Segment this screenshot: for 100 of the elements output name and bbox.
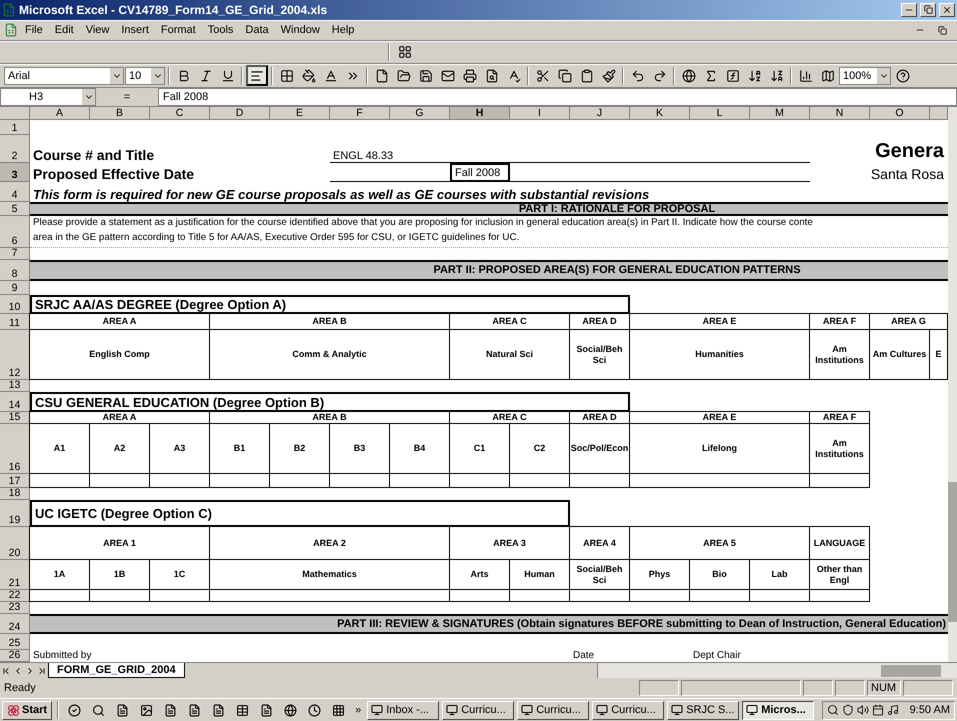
- chart-icon: [798, 68, 812, 83]
- column-header[interactable]: D: [210, 107, 270, 120]
- column-header[interactable]: C: [150, 107, 210, 120]
- column-header[interactable]: A: [30, 107, 90, 120]
- row-header[interactable]: 2: [0, 135, 30, 164]
- spreadsheet-icon: [2, 2, 16, 17]
- close-button[interactable]: [939, 2, 955, 17]
- row-header[interactable]: 16: [0, 424, 30, 474]
- calendar-icon: [872, 704, 884, 716]
- row-header[interactable]: 23: [0, 602, 30, 614]
- field-label: Proposed Effective Date: [32, 165, 196, 182]
- taskbar-button[interactable]: Curricu...: [442, 700, 514, 720]
- menu-item[interactable]: Insert: [116, 22, 154, 38]
- globe-icon: [682, 68, 696, 83]
- row-header[interactable]: 6: [0, 216, 30, 248]
- column-header[interactable]: O: [870, 107, 930, 120]
- section-band: PART I: RATIONALE FOR PROPOSAL: [30, 202, 948, 216]
- menu-item[interactable]: Format: [156, 22, 201, 38]
- start-button[interactable]: Start: [2, 700, 52, 720]
- column-header[interactable]: L: [690, 107, 750, 120]
- column-header[interactable]: M: [750, 107, 810, 120]
- column-header[interactable]: B: [90, 107, 150, 120]
- column-header[interactable]: N: [810, 107, 870, 120]
- row-header[interactable]: 9: [0, 281, 30, 296]
- scissors-icon: [536, 68, 550, 83]
- row-header[interactable]: 22: [0, 590, 30, 602]
- menu-item[interactable]: Data: [240, 22, 274, 38]
- row-header[interactable]: 5: [0, 202, 30, 216]
- row-header[interactable]: 13: [0, 380, 30, 392]
- horizontal-scrollbar[interactable]: [597, 663, 957, 678]
- row-header[interactable]: 20: [0, 527, 30, 560]
- row-header[interactable]: 15: [0, 412, 30, 424]
- search-icon: [92, 704, 106, 717]
- column-header[interactable]: J: [570, 107, 630, 120]
- taskbar-button[interactable]: Micros...: [742, 700, 814, 720]
- sheet-tab[interactable]: FORM_GE_GRID_2004: [48, 663, 185, 678]
- menu-item[interactable]: File: [20, 22, 48, 38]
- window-icon: [446, 704, 458, 716]
- row-header[interactable]: 4: [0, 182, 30, 202]
- menu-item[interactable]: Help: [326, 22, 360, 38]
- row-header[interactable]: 11: [0, 314, 30, 330]
- formula-field[interactable]: Fall 2008: [158, 88, 957, 106]
- row-header[interactable]: 21: [0, 560, 30, 590]
- map-icon: [820, 68, 834, 83]
- selected-cell[interactable]: Fall 2008: [450, 163, 510, 182]
- menu-item[interactable]: Tools: [202, 22, 238, 38]
- column-header[interactable]: H: [450, 107, 510, 120]
- column-header[interactable]: E: [270, 107, 330, 120]
- column-header[interactable]: I: [510, 107, 570, 120]
- window-icon: [596, 704, 608, 716]
- taskbar-button[interactable]: SRJC S...: [667, 700, 740, 720]
- taskbar-button[interactable]: Curricu...: [592, 700, 664, 720]
- row-header[interactable]: 1: [0, 120, 30, 136]
- column-header[interactable]: F: [330, 107, 390, 120]
- status-panel: [835, 680, 865, 696]
- row-header[interactable]: 24: [0, 614, 30, 634]
- section-band: PART II: PROPOSED AREA(S) FOR GENERAL EDUCATION PATTERNS: [30, 260, 948, 282]
- menu-item[interactable]: View: [80, 22, 114, 38]
- row-header[interactable]: 7: [0, 248, 30, 260]
- row-header[interactable]: 14: [0, 392, 30, 412]
- row-header[interactable]: 25: [0, 634, 30, 650]
- row-header[interactable]: 8: [0, 260, 30, 282]
- last-icon: [37, 666, 47, 676]
- align-left-button[interactable]: [246, 65, 268, 86]
- column-header[interactable]: G: [390, 107, 450, 120]
- restore-icon: [924, 5, 932, 14]
- cell-value: ENGL 48.33: [330, 135, 810, 164]
- music-icon: [886, 704, 899, 716]
- empty-cell: [809, 589, 870, 602]
- vertical-scrollbar[interactable]: [948, 107, 957, 662]
- font-size-field[interactable]: 10: [125, 66, 165, 85]
- menu-item[interactable]: Edit: [50, 22, 79, 38]
- row-header[interactable]: 3: [0, 163, 30, 182]
- zoom-field[interactable]: 100%: [839, 66, 891, 85]
- italic-icon: [198, 68, 212, 83]
- font-field[interactable]: Arial: [4, 66, 124, 85]
- table-title: CSU GENERAL EDUCATION (Degree Option B): [30, 392, 630, 412]
- more-button[interactable]: »: [352, 704, 364, 716]
- row-header[interactable]: 26: [0, 650, 30, 662]
- column-header[interactable]: [930, 107, 948, 120]
- document-icon: [260, 704, 274, 717]
- taskbar-button[interactable]: Inbox -...: [367, 700, 440, 720]
- row-header[interactable]: 12: [0, 330, 30, 380]
- brush-icon: [602, 68, 616, 83]
- row-header[interactable]: 19: [0, 500, 30, 528]
- select-all-corner[interactable]: [0, 107, 30, 120]
- row-header[interactable]: 17: [0, 474, 30, 488]
- column-header[interactable]: K: [630, 107, 690, 120]
- menu-item[interactable]: Window: [276, 22, 325, 38]
- restore-button[interactable]: [920, 2, 936, 17]
- status-indicator: NUM: [867, 680, 901, 696]
- minimize-button[interactable]: [901, 2, 917, 17]
- name-box[interactable]: H3: [0, 88, 96, 106]
- shield-icon: [842, 704, 854, 716]
- help-icon: [896, 68, 910, 83]
- row-header[interactable]: 10: [0, 295, 30, 314]
- printer-icon: [462, 68, 476, 83]
- print-preview-icon: [484, 68, 498, 83]
- row-header[interactable]: 18: [0, 488, 30, 500]
- taskbar-button[interactable]: Curricu...: [517, 700, 590, 720]
